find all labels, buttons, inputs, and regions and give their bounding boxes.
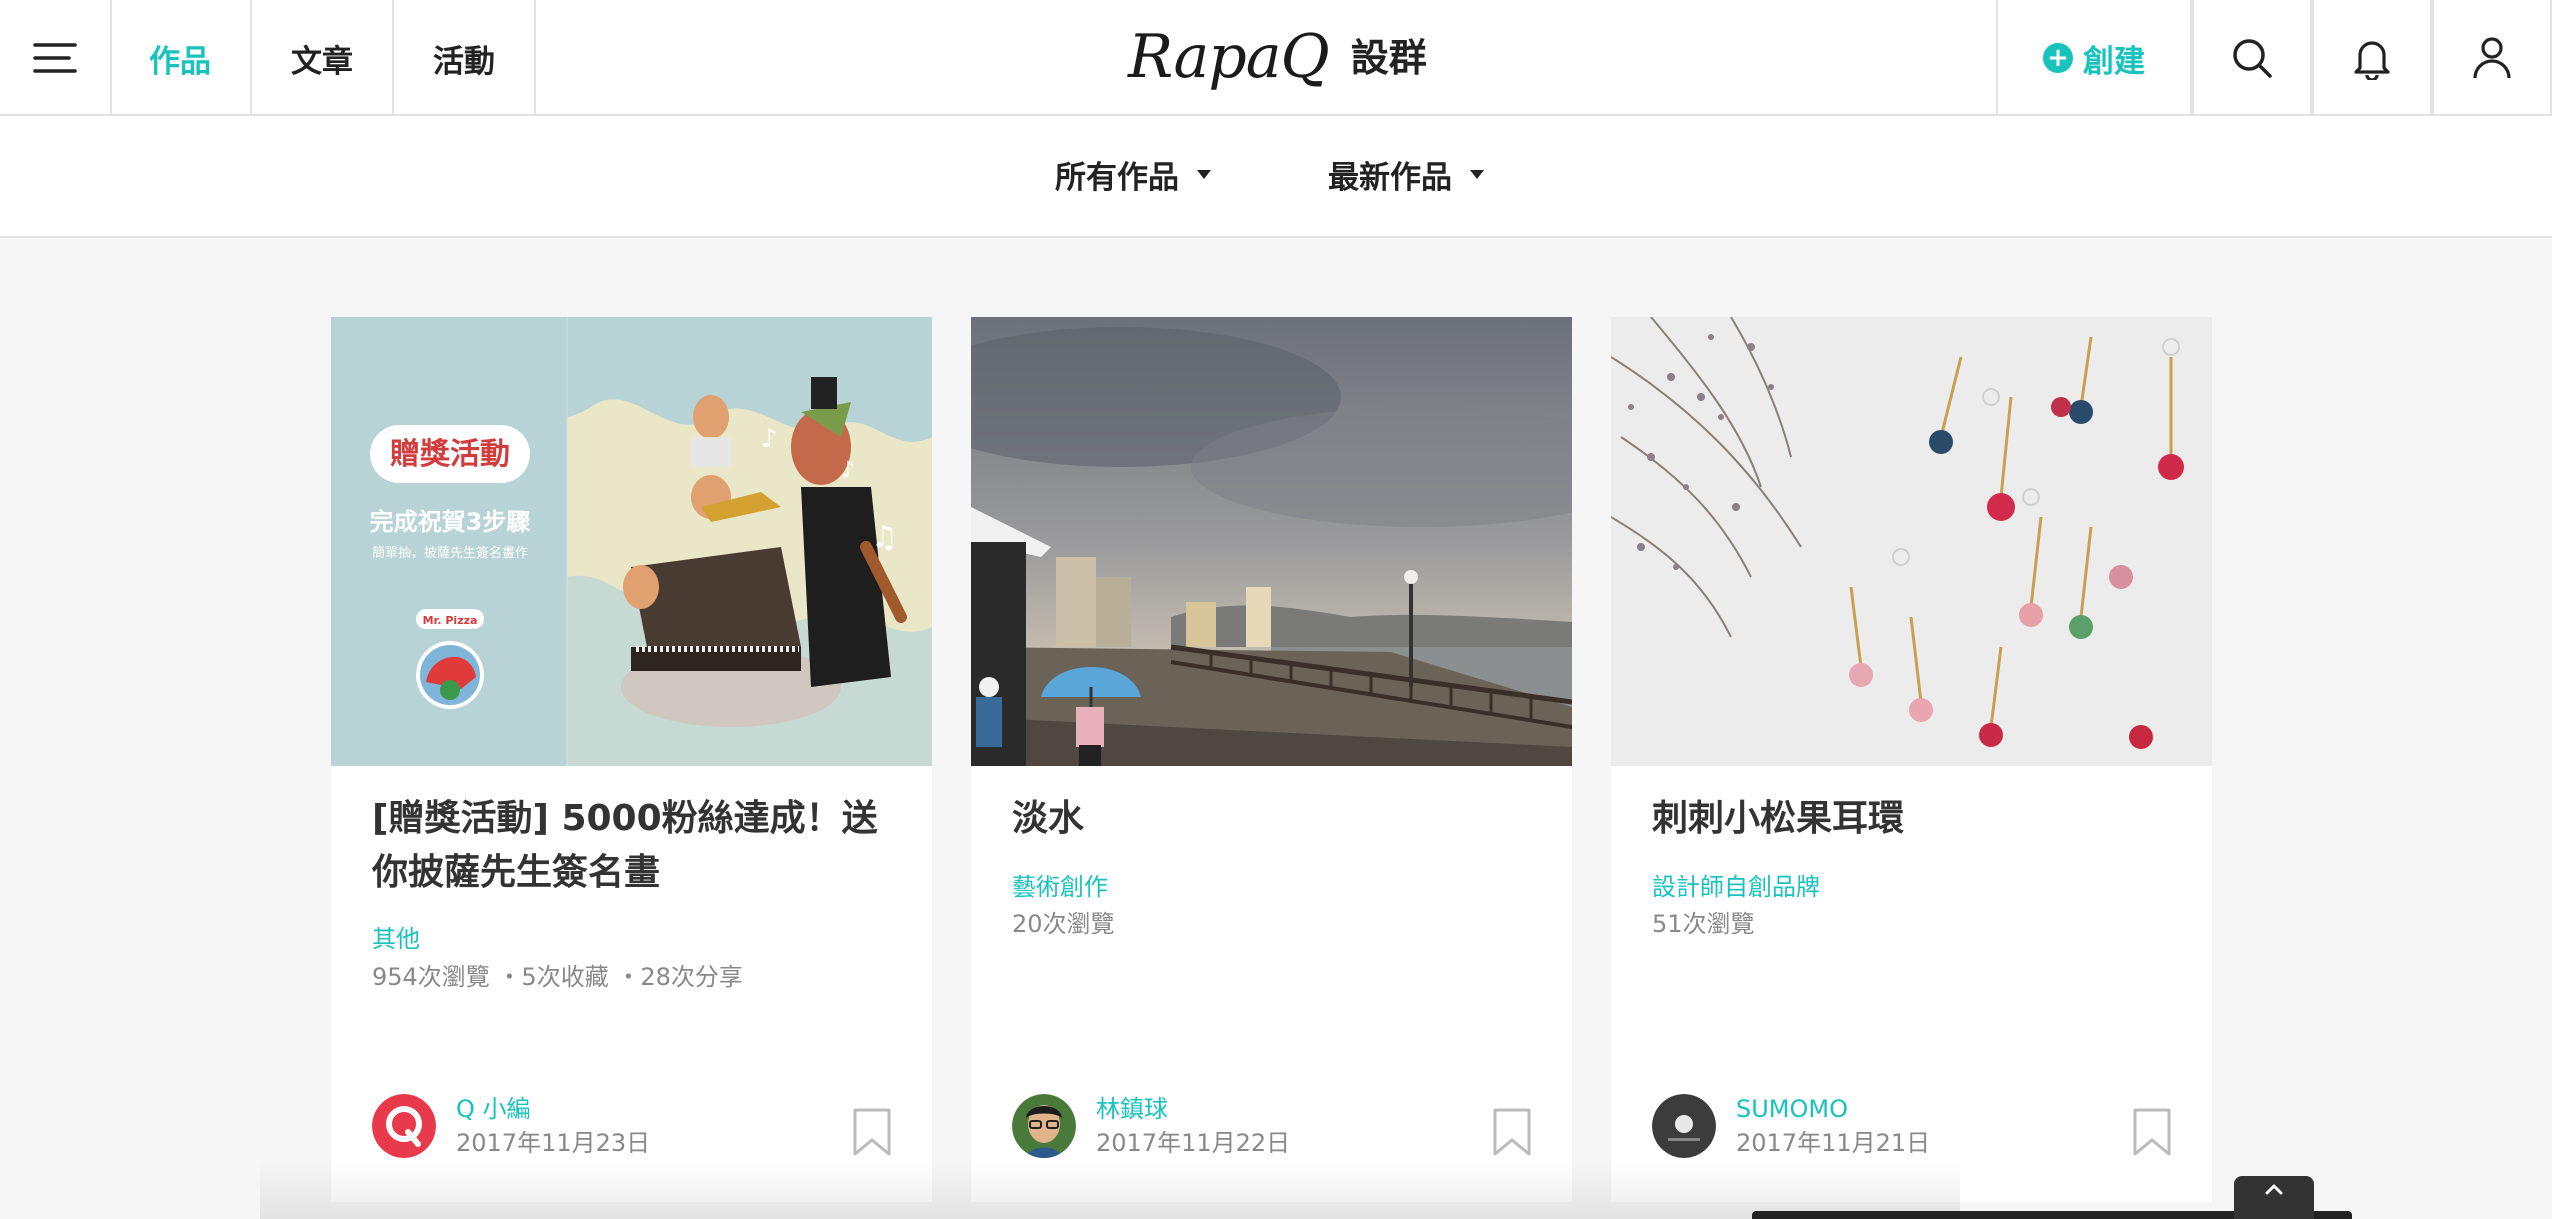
plus-circle-icon: + xyxy=(2043,43,2073,73)
publish-date: 2017年11月21日 xyxy=(1736,1129,1931,1157)
work-thumbnail[interactable] xyxy=(971,317,1572,766)
author-name[interactable]: 林鎮球 xyxy=(1096,1092,1290,1126)
sort-filter-label: 最新作品 xyxy=(1328,160,1452,196)
create-label: 創建 xyxy=(2083,43,2145,80)
work-stats: 51次瀏覽 xyxy=(1652,910,1755,938)
avatar[interactable] xyxy=(372,1094,436,1158)
svg-text:♫: ♫ xyxy=(871,520,898,555)
author-name[interactable]: SUMOMO xyxy=(1736,1092,1930,1126)
work-title[interactable]: 刺刺小松果耳環 xyxy=(1652,792,2182,846)
work-title[interactable]: [贈獎活動] 5000粉絲達成！送你披薩先生簽名畫 xyxy=(372,792,902,900)
work-category[interactable]: 藝術創作 xyxy=(1012,867,1108,902)
create-button[interactable]: + 創建 xyxy=(1996,0,2192,116)
hamburger-menu-icon xyxy=(33,43,77,73)
bookmark-icon[interactable] xyxy=(2132,1107,2172,1157)
work-thumbnail[interactable] xyxy=(1611,317,2212,766)
work-title[interactable]: 淡水 xyxy=(1012,792,1542,846)
caret-down-icon xyxy=(1197,170,1211,179)
author-info: SUMOMO 2017年11月21日 xyxy=(1652,1092,1930,1160)
promo-subline: 簡單抽，披薩先生簽名畫作 xyxy=(372,545,528,561)
menu-button[interactable] xyxy=(0,0,112,116)
filter-bar: 所有作品 最新作品 xyxy=(0,116,2552,238)
category-filter-label: 所有作品 xyxy=(1055,160,1179,196)
publish-date: 2017年11月22日 xyxy=(1096,1129,1291,1157)
scroll-to-top-button[interactable] xyxy=(2234,1176,2314,1219)
caret-down-icon xyxy=(1470,170,1484,179)
search-button[interactable] xyxy=(2192,0,2312,116)
author-info: 林鎮球 2017年11月22日 xyxy=(1012,1092,1290,1160)
sort-filter-dropdown[interactable]: 最新作品 xyxy=(1328,152,1484,197)
promo-headline: 完成祝賀3步驟 xyxy=(370,508,532,536)
brand-logo[interactable]: RapaQ 設群 xyxy=(1128,14,1427,100)
avatar[interactable] xyxy=(1012,1094,1076,1158)
work-stats: 954次瀏覽 ・5次收藏 ・28次分享 xyxy=(372,963,743,991)
promo-badge: 贈獎活動 xyxy=(390,437,510,472)
promo-tag: Mr. Pizza xyxy=(423,614,478,627)
author-info: Q 小編 2017年11月23日 xyxy=(372,1092,650,1160)
work-card[interactable]: 淡水 藝術創作 20次瀏覽 林鎮球 2017年11月22日 xyxy=(971,317,1572,1202)
avatar[interactable] xyxy=(1652,1094,1716,1158)
user-icon xyxy=(2473,37,2511,79)
svg-text:♪: ♪ xyxy=(761,424,778,454)
work-category[interactable]: 設計師自創品牌 xyxy=(1652,867,1820,902)
notifications-button[interactable] xyxy=(2312,0,2432,116)
brand-subtitle: 設群 xyxy=(1350,35,1427,80)
work-card[interactable]: 刺刺小松果耳環 設計師自創品牌 51次瀏覽 SUMOMO 2017年11月21日 xyxy=(1611,317,2212,1202)
search-icon xyxy=(2233,39,2272,78)
tab-events[interactable]: 活動 xyxy=(394,0,536,116)
publish-date: 2017年11月23日 xyxy=(456,1129,651,1157)
bookmark-icon[interactable] xyxy=(852,1107,892,1157)
tab-articles[interactable]: 文章 xyxy=(252,0,394,116)
bell-icon xyxy=(2354,41,2390,80)
svg-text:♪: ♪ xyxy=(841,458,855,483)
tab-works[interactable]: 作品 xyxy=(110,0,252,116)
work-thumbnail[interactable]: ♪ ♫ ♪ 贈獎活動 完成祝賀3步驟 簡單抽，披薩先生簽名畫作 Mr. Pizz… xyxy=(331,317,932,766)
chevron-up-icon xyxy=(2265,1184,2283,1195)
account-button[interactable] xyxy=(2432,0,2552,116)
bookmark-icon[interactable] xyxy=(1492,1107,1532,1157)
work-category[interactable]: 其他 xyxy=(372,919,420,954)
top-navigation: 作品 文章 活動 RapaQ 設群 + 創建 xyxy=(0,0,2552,116)
category-filter-dropdown[interactable]: 所有作品 xyxy=(1055,152,1211,197)
work-stats: 20次瀏覽 xyxy=(1012,910,1115,938)
brand-wordmark: RapaQ xyxy=(1128,22,1330,92)
work-card[interactable]: ♪ ♫ ♪ 贈獎活動 完成祝賀3步驟 簡單抽，披薩先生簽名畫作 Mr. Pizz… xyxy=(331,317,932,1202)
author-name[interactable]: Q 小編 xyxy=(456,1092,650,1126)
